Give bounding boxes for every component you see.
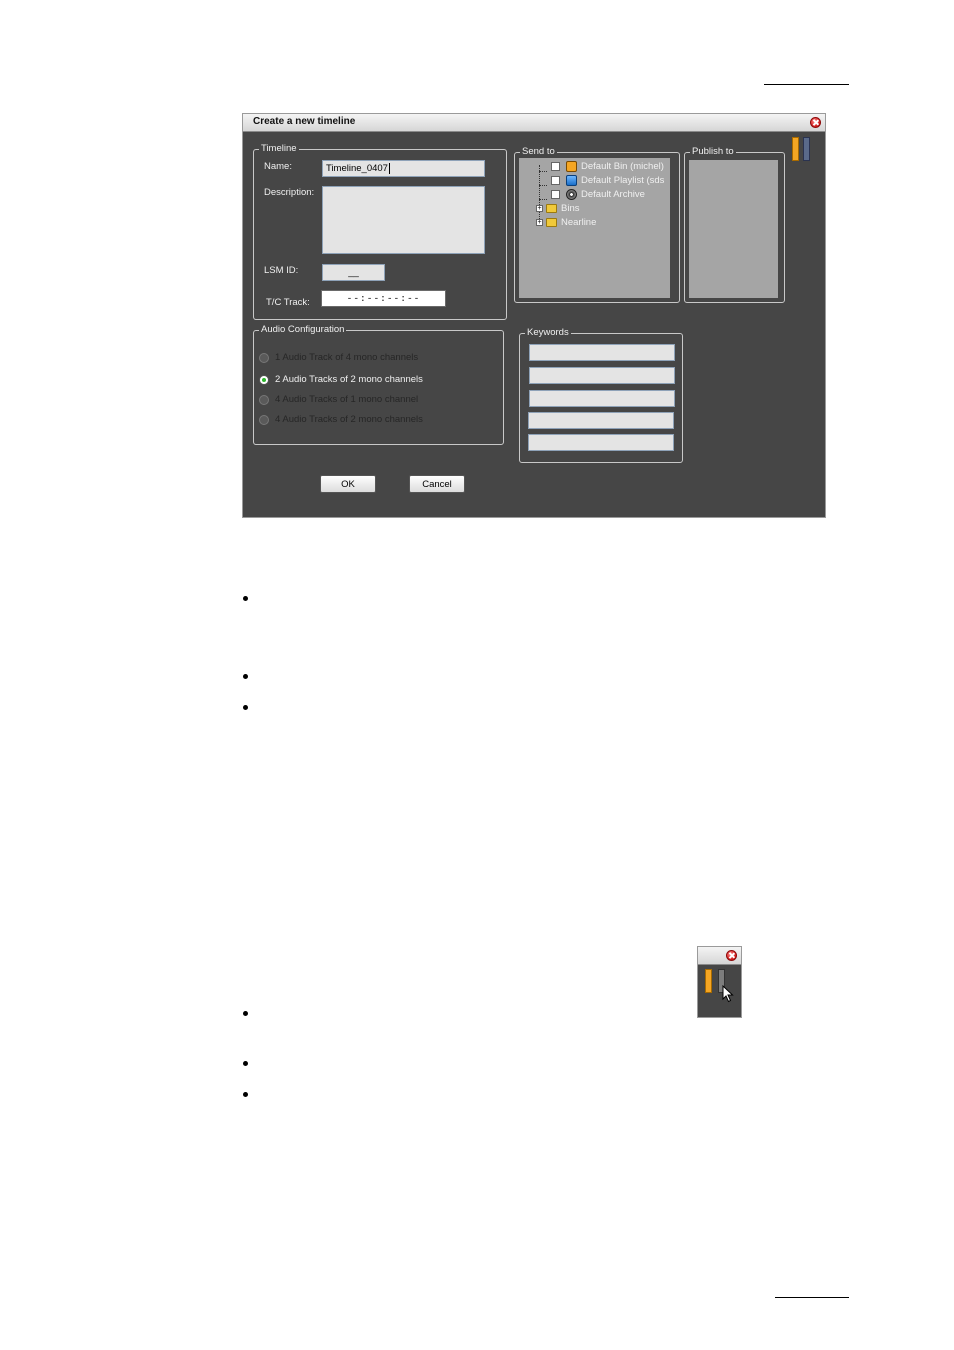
keyword-input-5[interactable] [528, 434, 674, 451]
keyword-input-3[interactable] [529, 390, 675, 407]
publish-to-legend: Publish to [690, 146, 736, 158]
expand-plus-icon[interactable]: + [536, 205, 543, 212]
radio-button[interactable] [259, 394, 269, 405]
gauge-snippet-image [697, 946, 742, 1018]
tc-track-label: T/C Track: [266, 297, 310, 308]
tc-track-input[interactable]: --:--:--:-- [321, 290, 446, 307]
archive-icon [566, 189, 577, 200]
description-textarea[interactable] [322, 186, 485, 254]
lsm-id-value: __ [348, 267, 359, 278]
send-to-item-label: Default Archive [581, 189, 645, 200]
audio-option-label: 4 Audio Tracks of 1 mono channel [275, 394, 419, 405]
tree-connector [539, 171, 547, 172]
name-label: Name: [264, 161, 292, 172]
folder-icon [546, 218, 557, 227]
send-to-item-default-playlist[interactable]: Default Playlist (sds [551, 174, 664, 187]
orange-gauge-icon [705, 969, 712, 993]
list-bullet [243, 674, 248, 679]
tree-connector [539, 185, 547, 186]
audio-option-3[interactable]: 4 Audio Tracks of 1 mono channel [259, 394, 418, 405]
audio-config-group: Audio Configuration [253, 324, 504, 445]
dialog-title: Create a new timeline [253, 116, 356, 127]
audio-option-2[interactable]: 2 Audio Tracks of 2 mono channels [259, 374, 423, 385]
list-bullet [243, 1011, 248, 1016]
keyword-input-4[interactable] [528, 412, 674, 429]
folder-icon [546, 204, 557, 213]
keyword-input-2[interactable] [529, 367, 675, 384]
send-to-item-label: Default Playlist (sds [581, 175, 665, 186]
name-input[interactable]: Timeline_0407 [322, 160, 485, 177]
lsm-id-input[interactable]: __ [322, 264, 385, 281]
lsm-id-label: LSM ID: [264, 265, 299, 276]
audio-option-1[interactable]: 1 Audio Track of 4 mono channels [259, 352, 418, 363]
keyword-input-1[interactable] [529, 344, 675, 361]
header-rule [764, 84, 849, 85]
footer-rule [775, 1297, 849, 1298]
timeline-legend: Timeline [259, 143, 299, 155]
expand-plus-icon[interactable]: + [536, 219, 543, 226]
send-to-item-default-bin[interactable]: Default Bin (michel) [551, 160, 664, 173]
ok-button[interactable]: OK [320, 475, 376, 493]
radio-button[interactable] [259, 414, 269, 425]
send-to-item-label: Nearline [561, 217, 597, 228]
create-timeline-dialog: Create a new timeline Timeline Name: Tim… [242, 113, 826, 518]
send-to-item-default-archive[interactable]: Default Archive [551, 188, 645, 201]
keywords-legend: Keywords [525, 327, 571, 339]
audio-config-legend: Audio Configuration [259, 324, 347, 336]
tc-track-value: --:--:--:-- [346, 293, 421, 304]
list-bullet [243, 705, 248, 710]
audio-option-label: 1 Audio Track of 4 mono channels [275, 352, 419, 363]
close-icon[interactable] [810, 117, 821, 128]
radio-button[interactable] [259, 352, 269, 363]
blue-gauge-icon[interactable] [803, 137, 810, 161]
dialog-titlebar[interactable]: Create a new timeline [243, 114, 825, 132]
publish-to-list[interactable] [689, 160, 778, 298]
audio-option-4[interactable]: 4 Audio Tracks of 2 mono channels [259, 414, 423, 425]
send-to-item-bins[interactable]: + Bins [536, 202, 579, 215]
list-bullet [243, 1092, 248, 1097]
list-bullet [243, 1061, 248, 1066]
text-cursor [388, 163, 390, 174]
list-bullet [243, 596, 248, 601]
checkbox[interactable] [551, 190, 560, 199]
send-to-legend: Send to [520, 146, 557, 158]
send-to-item-label: Default Bin (michel) [581, 161, 664, 172]
name-input-value: Timeline_0407 [326, 163, 388, 174]
audio-option-label: 4 Audio Tracks of 2 mono channels [275, 414, 423, 425]
send-to-item-nearline[interactable]: + Nearline [536, 216, 596, 229]
description-label: Description: [264, 187, 315, 198]
playlist-icon [566, 175, 577, 186]
mouse-pointer-icon [722, 985, 734, 1003]
tree-connector [539, 199, 547, 200]
checkbox[interactable] [551, 162, 560, 171]
audio-option-label: 2 Audio Tracks of 2 mono channels [275, 374, 423, 385]
checkbox[interactable] [551, 176, 560, 185]
radio-button-selected[interactable] [259, 374, 269, 385]
cancel-button[interactable]: Cancel [409, 475, 465, 493]
orange-gauge-icon[interactable] [792, 137, 799, 161]
send-to-item-label: Bins [561, 203, 580, 214]
bin-icon [566, 161, 577, 172]
close-icon [726, 950, 737, 961]
